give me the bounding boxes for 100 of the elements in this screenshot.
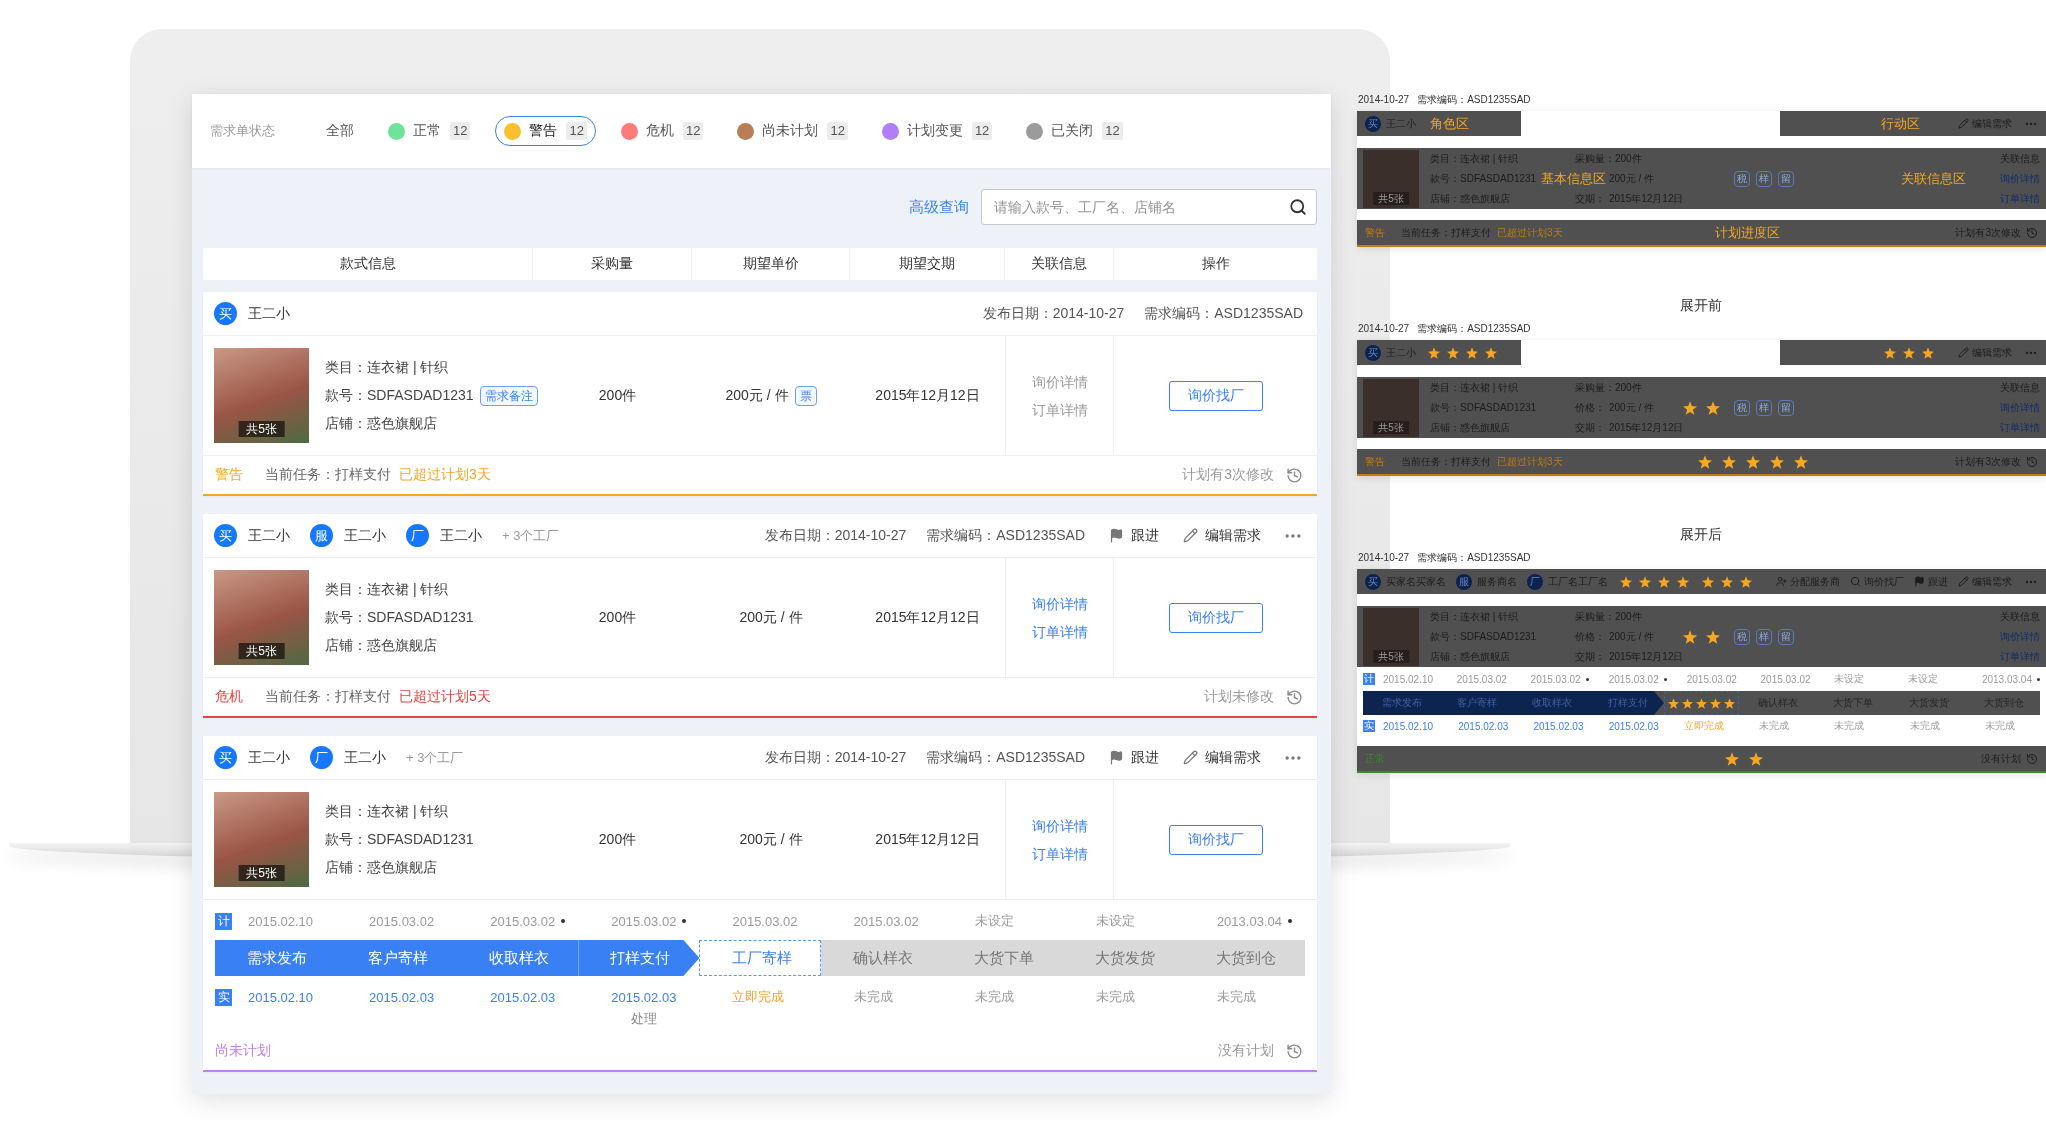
edit-button[interactable]: 编辑需求: [1183, 748, 1261, 767]
star-icon: [1639, 575, 1651, 588]
photo-count-label: 共5张: [1373, 649, 1409, 663]
progress-step: 收取样衣: [1513, 691, 1589, 715]
actual-date: 2015.02.03: [1608, 720, 1659, 732]
detail-link[interactable]: 订单详情: [1031, 621, 1088, 642]
role-badge: 买: [214, 524, 237, 547]
delivery-date: 2015年12月12日: [875, 608, 980, 627]
add-user-icon: [1776, 576, 1787, 587]
complete-now-link[interactable]: 立即完成: [732, 988, 785, 1006]
progress-step: 确认样衣: [820, 940, 942, 976]
plan-date: 2015.03.02: [1760, 673, 1811, 685]
pencil-icon: [1958, 118, 1969, 129]
star-icon: [1682, 400, 1697, 415]
role-name: 王二小: [440, 526, 482, 545]
overdue-text: 已超过计划3天: [1497, 454, 1563, 469]
search-icon[interactable]: [1289, 198, 1307, 216]
zone-annotation: 行动区: [1881, 115, 1920, 132]
count-badge: 12: [827, 122, 848, 140]
plan-date: 2015.03.02: [853, 913, 919, 929]
tag: 税: [1733, 399, 1750, 416]
edit-button[interactable]: 编辑需求: [1183, 526, 1261, 545]
column-header: 款式信息: [203, 248, 533, 280]
status-filter-tab[interactable]: 全部: [317, 116, 363, 146]
unit-price: 200元 / 件: [739, 830, 803, 849]
advanced-search-link[interactable]: 高级查询: [909, 197, 969, 217]
history-icon[interactable]: [2026, 226, 2038, 239]
inquiry-button[interactable]: 询价找厂: [1168, 602, 1263, 633]
plan-note: 计划未修改: [1204, 688, 1274, 706]
history-icon[interactable]: [2026, 455, 2038, 468]
zone-annotation: 关联信息区: [1901, 170, 1966, 187]
plan-note: 计划有3次修改: [1182, 466, 1274, 484]
history-icon[interactable]: [1286, 1042, 1303, 1060]
column-header: 关联信息: [1005, 248, 1114, 280]
plan-date: 未设定: [1908, 672, 1939, 686]
follow-button[interactable]: 跟进: [1109, 526, 1159, 545]
photo-count-label: 共5张: [1373, 420, 1409, 434]
style-number: 款号：SDFASDAD1231: [325, 386, 474, 405]
star-icon: [1793, 454, 1808, 469]
search-field[interactable]: 请输入款号、工厂名、店铺名: [981, 189, 1317, 225]
plan-date: 2015.03.02: [611, 913, 677, 929]
plan-date: 未设定: [1095, 912, 1135, 930]
star-icon: [1922, 346, 1934, 359]
role-name: 王二小: [344, 748, 386, 767]
photo-count-label: 共5张: [238, 643, 285, 659]
overdue-text: 已超过计划3天: [1497, 225, 1563, 240]
shop-name: 店铺：惑色旗舰店: [325, 636, 437, 655]
status-filter-tab[interactable]: 计划变更 12: [872, 116, 1002, 146]
star-icon: [1466, 346, 1478, 359]
history-icon[interactable]: [1286, 688, 1303, 706]
status-text: 未完成: [1759, 719, 1790, 733]
star-icon: [1681, 697, 1693, 709]
status-filter-tab[interactable]: 正常 12: [379, 116, 480, 146]
status-filter-tab[interactable]: 危机 12: [611, 116, 713, 146]
note-text: 处理: [630, 1010, 657, 1028]
plan-date: 2015.03.02: [1686, 673, 1737, 685]
history-icon[interactable]: [1286, 466, 1303, 484]
star-icon: [1705, 400, 1720, 415]
star-icon: [1721, 454, 1736, 469]
note-tag[interactable]: 需求备注: [479, 385, 538, 406]
star-icon: [1724, 751, 1739, 766]
status-filter-tab[interactable]: 已关闭 12: [1017, 116, 1132, 146]
quantity: 200件: [598, 830, 637, 849]
follow-button[interactable]: 跟进: [1109, 748, 1159, 767]
column-header: 采购量: [533, 248, 692, 280]
factory-count: + 3个工厂: [502, 526, 560, 545]
plan-date: 2015.03.02: [1530, 673, 1581, 685]
role-badge: 厂: [1527, 573, 1543, 590]
progress-step: 收取样衣: [457, 940, 579, 976]
style-number: 款号：SDFASDAD1231: [325, 830, 474, 849]
inquiry-button[interactable]: 询价找厂: [1168, 380, 1263, 411]
order-code: 需求编码：ASD1235SAD: [1417, 323, 1531, 335]
factory-count: + 3个工厂: [406, 748, 464, 767]
task-text: 当前任务：打样支付: [265, 466, 391, 484]
plan-date: 未设定: [974, 912, 1014, 930]
status-filter-tab[interactable]: 尚未计划 12: [728, 116, 857, 146]
zone-annotation: 计划进度区: [1714, 224, 1780, 241]
overdue-text: 已超过计划3天: [399, 466, 491, 484]
history-icon[interactable]: [2026, 752, 2038, 765]
detail-link[interactable]: 询价详情: [1031, 815, 1088, 836]
order-code: 需求编码：ASD1235SAD: [1144, 304, 1303, 323]
inquiry-button[interactable]: 询价找厂: [1168, 824, 1263, 855]
complete-now-link[interactable]: 立即完成: [1683, 719, 1724, 733]
star-icon: [1709, 697, 1721, 709]
star-icon: [1745, 454, 1760, 469]
photo-count-label: 共5张: [238, 865, 285, 881]
status-label: 警告: [215, 466, 243, 484]
tag: 样: [1755, 399, 1772, 416]
role-badge: 厂: [310, 746, 333, 769]
actual-tag: 实: [1363, 720, 1375, 732]
detail-link[interactable]: 询价详情: [1031, 593, 1088, 614]
plan-date: 2015.03.02: [490, 913, 556, 929]
detail-link[interactable]: 订单详情: [1031, 843, 1088, 864]
role-badge: 买: [1365, 573, 1381, 590]
status-text: 未完成: [1216, 988, 1256, 1006]
progress-step: 需求发布: [1363, 691, 1439, 715]
tag: 税: [1733, 628, 1750, 645]
status-label: 尚未计划: [215, 1042, 271, 1060]
order-code: 需求编码：ASD1235SAD: [1417, 94, 1531, 106]
order-code: 需求编码：ASD1235SAD: [1417, 552, 1531, 564]
